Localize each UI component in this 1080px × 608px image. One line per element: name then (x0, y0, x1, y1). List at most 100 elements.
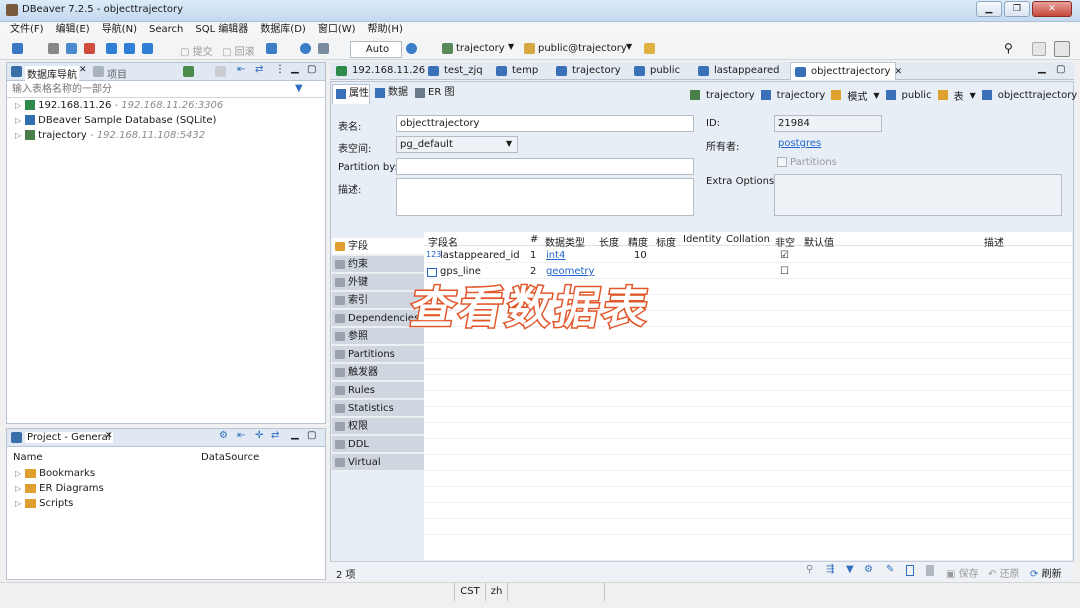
col-header-num[interactable]: # (530, 234, 538, 245)
chevron-down-icon[interactable]: ▼ (970, 91, 976, 100)
subtab-properties[interactable]: 属性 (332, 84, 370, 104)
refresh-button[interactable]: ⟳ 刷新 (1030, 565, 1062, 580)
tree-item-bookmarks[interactable]: ▷ Bookmarks (15, 467, 95, 481)
history-icon[interactable] (406, 43, 417, 54)
description-textarea[interactable] (396, 178, 694, 216)
collapse-all-icon[interactable]: ⇤ (237, 430, 245, 441)
maximize-button[interactable]: ❐ (1004, 1, 1030, 17)
editor-tab-objecttrajectory[interactable]: objecttrajectory ✕ (790, 62, 902, 80)
menu-edit[interactable]: 编辑(E) (56, 22, 90, 38)
table-name-field[interactable]: objecttrajectory (396, 115, 694, 132)
menu-window[interactable]: 窗口(W) (318, 22, 356, 38)
link-editor-icon[interactable] (215, 66, 226, 77)
menu-help[interactable]: 帮助(H) (368, 22, 403, 38)
connect-icon[interactable] (12, 43, 23, 54)
chevron-down-icon[interactable]: ▼ (873, 91, 879, 100)
expand-icon[interactable]: ✛ (255, 430, 263, 441)
datasource-dropdown-icon[interactable]: ▼ (508, 42, 514, 51)
minimize-view-icon[interactable]: ▁ (291, 63, 299, 74)
new-connection-icon[interactable] (66, 43, 77, 54)
expand-arrow-icon[interactable]: ▷ (15, 116, 21, 125)
rollback-button[interactable]: ▢ 回滚 (222, 43, 255, 58)
menu-database[interactable]: 数据库(D) (260, 22, 306, 38)
sql-editor-icon[interactable] (106, 43, 117, 54)
edit-icon[interactable]: ✎ (886, 564, 894, 575)
dashboard-icon[interactable] (300, 43, 311, 54)
filter-icon[interactable]: ▼ (846, 564, 854, 575)
expand-arrow-icon[interactable]: ▷ (15, 499, 21, 508)
col-header-name[interactable]: 字段名 (428, 234, 458, 249)
dbeaver-perspective-icon[interactable] (1054, 41, 1070, 57)
navigator-filter-input[interactable] (9, 82, 289, 97)
side-tab-foreign-keys[interactable]: 外键 (332, 274, 424, 291)
tree-item-scripts[interactable]: ▷ Scripts (15, 497, 73, 511)
add-column-icon[interactable] (906, 565, 914, 576)
active-schema-selector[interactable]: public@trajectory (538, 43, 627, 54)
breadcrumb-connection[interactable]: trajectory (706, 90, 755, 101)
menu-file[interactable]: 文件(F) (10, 22, 44, 38)
editor-tab-public[interactable]: public (630, 62, 698, 80)
search-icon[interactable]: ⚲ (1004, 41, 1013, 55)
tab-project-general[interactable]: Project - General (25, 432, 113, 443)
tab-database-navigator[interactable]: 数据库导航 (25, 66, 79, 81)
transaction-mode-field[interactable]: Auto (350, 41, 402, 58)
side-tab-ddl[interactable]: DDL (332, 436, 424, 453)
partitions-checkbox[interactable] (777, 157, 787, 167)
transaction-mode-icon[interactable] (266, 43, 277, 54)
open-script-icon[interactable] (142, 43, 153, 54)
editor-tab-trajectory[interactable]: trajectory (552, 62, 632, 80)
tree-item-er-diagrams[interactable]: ▷ ER Diagrams (15, 482, 104, 496)
close-icon[interactable]: ✕ (105, 431, 113, 441)
tree-item-sqlite[interactable]: ▷ DBeaver Sample Database (SQLite) (15, 114, 216, 128)
column-type-cell[interactable]: int4 (546, 250, 565, 261)
close-button[interactable]: ✕ (1032, 1, 1072, 17)
menu-navigate[interactable]: 导航(N) (102, 22, 137, 38)
side-tab-constraints[interactable]: 约束 (332, 256, 424, 273)
new-script-icon[interactable] (124, 43, 135, 54)
notnull-checkbox[interactable]: ☐ (780, 266, 789, 277)
tab-projects[interactable]: 项目 (107, 66, 127, 81)
expand-arrow-icon[interactable]: ▷ (15, 101, 21, 110)
maximize-view-icon[interactable]: ▢ (307, 64, 316, 75)
close-icon[interactable]: ✕ (79, 65, 87, 75)
close-icon[interactable]: ✕ (894, 67, 902, 77)
partition-by-field[interactable] (396, 158, 694, 175)
notnull-checkbox[interactable]: ☑ (780, 250, 789, 261)
subtab-er-diagram[interactable]: ER 图 (412, 84, 458, 104)
table-row[interactable]: 123 lastappeared_id 1 int4 10 ☑ (424, 250, 1072, 264)
tree-item-trajectory[interactable]: ▷ trajectory - 192.168.11.108:5432 (15, 129, 205, 143)
maximize-editor-icon[interactable]: ▢ (1056, 64, 1065, 75)
col-header-default[interactable]: 默认值 (804, 234, 834, 249)
side-tab-triggers[interactable]: 触发器 (332, 364, 424, 381)
delete-column-icon[interactable] (926, 565, 934, 576)
save-button[interactable]: ▣ 保存 (946, 565, 979, 580)
editor-tab-192-168-11-26[interactable]: 192.168.11.26 (332, 62, 425, 80)
expand-arrow-icon[interactable]: ▷ (15, 484, 21, 493)
invalidate-icon[interactable] (84, 43, 95, 54)
col-header-collation[interactable]: Collation (726, 234, 770, 245)
breadcrumb-schema[interactable]: public (902, 90, 932, 101)
expand-arrow-icon[interactable]: ▷ (15, 469, 21, 478)
schema-dropdown-icon[interactable]: ▼ (626, 42, 632, 51)
maximize-view-icon[interactable]: ▢ (307, 430, 316, 441)
link-with-editor-icon[interactable]: ⇄ (271, 430, 279, 441)
menu-search[interactable]: Search (149, 22, 183, 38)
menu-sql-editor[interactable]: SQL 编辑器 (195, 22, 248, 38)
subtab-data[interactable]: 数据 (372, 84, 410, 104)
breadcrumb-tables[interactable]: 表 (954, 88, 964, 103)
filter-icon[interactable]: ▼ (295, 83, 303, 94)
tablespace-select[interactable]: pg_default (396, 136, 518, 153)
side-tab-fields[interactable]: 字段 (332, 238, 424, 255)
col-header-precision[interactable]: 精度 (628, 234, 648, 249)
commit-button[interactable]: ▢ 提交 (180, 43, 213, 58)
disconnect-icon[interactable] (48, 43, 59, 54)
expand-arrow-icon[interactable]: ▷ (15, 131, 21, 140)
minimize-button[interactable]: ▁ (976, 1, 1002, 17)
breadcrumb-schemas[interactable]: 模式 (847, 88, 867, 103)
revert-button[interactable]: ↶ 还原 (988, 565, 1020, 580)
side-tab-rules[interactable]: Rules (332, 382, 424, 399)
view-menu-icon[interactable]: ⋮ (275, 64, 285, 75)
new-connection-icon[interactable] (183, 66, 194, 77)
link-with-editor-icon[interactable]: ⇄ (255, 64, 263, 75)
collapse-all-icon[interactable]: ⇤ (237, 64, 245, 75)
